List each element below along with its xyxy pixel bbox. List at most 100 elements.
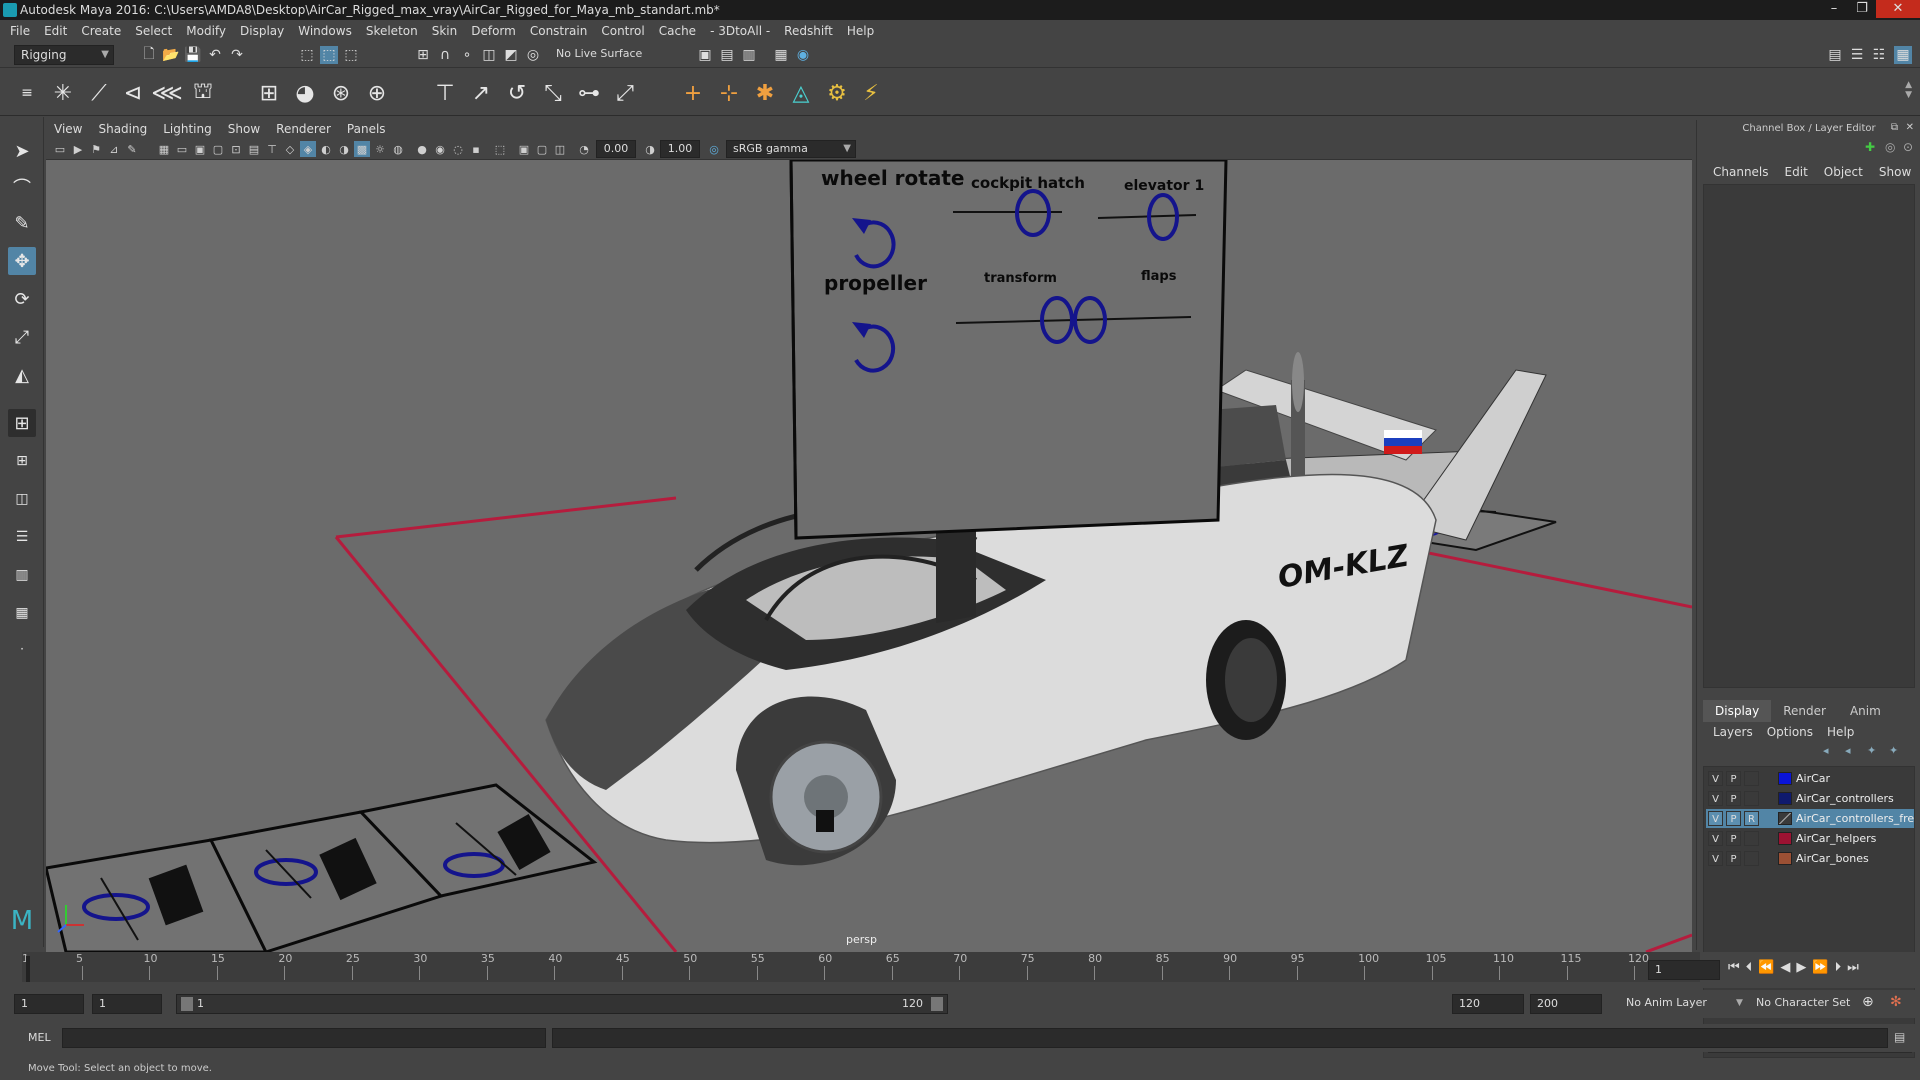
step-back-key-icon[interactable]: ⏪ — [1758, 960, 1774, 975]
aim-constraint-icon[interactable]: ↗ — [466, 78, 496, 108]
menu-create[interactable]: Create — [81, 24, 121, 38]
shadows-icon[interactable]: ◍ — [390, 141, 406, 157]
step-back-icon[interactable]: ⏴ — [1746, 960, 1753, 975]
close-button[interactable]: ✕ — [1876, 0, 1920, 18]
panel-menu-panels[interactable]: Panels — [347, 122, 386, 136]
tab-anim[interactable]: Anim — [1838, 700, 1893, 722]
menu-edit[interactable]: Edit — [44, 24, 67, 38]
layer-display-type-toggle[interactable] — [1744, 851, 1759, 866]
tool-settings-icon[interactable]: ☷ — [1870, 46, 1888, 64]
play-backward-icon[interactable]: ◀ — [1780, 960, 1790, 975]
hypershade-icon[interactable]: ▦ — [772, 46, 790, 64]
menuset-dropdown[interactable]: Rigging ▼ — [14, 45, 114, 65]
layer-row[interactable]: V P AirCar_helpers — [1706, 829, 1914, 848]
render-view-icon[interactable]: ◉ — [794, 46, 812, 64]
lasso-tool-icon[interactable]: ⌒ — [8, 173, 36, 201]
menu-modify[interactable]: Modify — [186, 24, 226, 38]
outliner-layout-icon[interactable]: ☰ — [8, 523, 36, 551]
channel-sync-icon[interactable]: ◎ — [1885, 140, 1895, 154]
wireframe-on-shaded-icon[interactable]: ◑ — [336, 141, 352, 157]
isolate-select-icon[interactable]: ⬚ — [492, 141, 508, 157]
menu-control[interactable]: Control — [601, 24, 644, 38]
menu-display[interactable]: Display — [240, 24, 284, 38]
paint-select-icon[interactable]: ✎ — [8, 209, 36, 237]
resolution-gate-icon[interactable]: ▣ — [192, 141, 208, 157]
locator-icon[interactable]: + — [678, 78, 708, 108]
menu-select[interactable]: Select — [135, 24, 172, 38]
hypershade-layout-icon[interactable]: ▦ — [8, 599, 36, 627]
xray-active-icon[interactable]: ◫ — [552, 141, 568, 157]
move-layer-down-icon[interactable]: ◂ — [1845, 744, 1851, 757]
colorspace-dropdown[interactable]: sRGB gamma ▼ — [726, 140, 856, 158]
smooth-bind-icon[interactable]: ◕ — [290, 78, 320, 108]
ik-handle-icon[interactable]: ⟋ — [84, 78, 114, 108]
select-camera-icon[interactable]: ▭ — [52, 141, 68, 157]
image-plane-icon[interactable]: ⊿ — [106, 141, 122, 157]
layer-color-swatch[interactable] — [1778, 812, 1792, 825]
go-to-start-icon[interactable]: ⏮ — [1728, 960, 1740, 975]
go-to-end-icon[interactable]: ⏭ — [1847, 960, 1859, 975]
panel-menu-lighting[interactable]: Lighting — [163, 122, 212, 136]
layer-row[interactable]: V P AirCar — [1706, 769, 1914, 788]
move-layer-up-icon[interactable]: ◂ — [1823, 744, 1829, 757]
panel-menu-show[interactable]: Show — [228, 122, 260, 136]
orient-constraint-icon[interactable]: ↺ — [502, 78, 532, 108]
point-constraint-icon[interactable]: ⊤ — [430, 78, 460, 108]
film-gate-icon[interactable]: ▭ — [174, 141, 190, 157]
layer-menu-layers[interactable]: Layers — [1713, 725, 1753, 739]
screen-space-ao-icon[interactable]: ● — [414, 141, 430, 157]
layer-playback-toggle[interactable]: P — [1726, 811, 1741, 826]
undo-icon[interactable]: ↶ — [206, 46, 224, 64]
panel-menu-view[interactable]: View — [54, 122, 82, 136]
command-input[interactable] — [62, 1028, 546, 1048]
cluster-icon[interactable]: ⊕ — [362, 78, 392, 108]
panel-menu-renderer[interactable]: Renderer — [276, 122, 331, 136]
live-surface-label[interactable]: No Live Surface — [556, 47, 642, 60]
save-scene-icon[interactable]: 💾 — [184, 46, 202, 64]
tab-display[interactable]: Display — [1703, 700, 1772, 722]
anti-aliasing-icon[interactable]: ◌ — [450, 141, 466, 157]
render-settings-icon[interactable]: ▥ — [740, 46, 758, 64]
humanik-icon[interactable]: ⛫ — [188, 78, 218, 108]
safe-title-icon[interactable]: ⊤ — [264, 141, 280, 157]
select-object-icon[interactable]: ⬚ — [320, 46, 338, 64]
layer-name[interactable]: AirCar — [1796, 769, 1914, 788]
color-management-icon[interactable]: ◎ — [706, 141, 722, 157]
cb-menu-channels[interactable]: Channels — [1713, 165, 1769, 179]
cb-menu-edit[interactable]: Edit — [1785, 165, 1808, 179]
script-editor-icon[interactable]: ▤ — [1894, 1030, 1905, 1044]
snap-point-icon[interactable]: ∘ — [458, 46, 476, 64]
ik-spline-icon[interactable]: ⊲ — [118, 78, 148, 108]
custom-layout-icon[interactable]: · — [8, 635, 36, 663]
layer-menu-options[interactable]: Options — [1767, 725, 1813, 739]
layer-color-swatch[interactable] — [1778, 772, 1792, 785]
exposure-field[interactable]: 0.00 — [596, 140, 636, 158]
attribute-editor-icon[interactable]: ☰ — [1848, 46, 1866, 64]
start-time-field[interactable]: 1 — [14, 994, 84, 1014]
last-tool-icon[interactable]: ◭ — [8, 361, 36, 389]
layer-playback-toggle[interactable]: P — [1726, 831, 1741, 846]
range-start-handle[interactable] — [181, 997, 193, 1011]
gate-mask-icon[interactable]: ▢ — [210, 141, 226, 157]
rig-tool-icon[interactable]: ⚙ — [822, 78, 852, 108]
menu-help[interactable]: Help — [847, 24, 874, 38]
bind-skin-icon[interactable]: ⊞ — [254, 78, 284, 108]
snap-view-icon[interactable]: ◫ — [480, 46, 498, 64]
layer-visibility-toggle[interactable]: V — [1708, 851, 1723, 866]
new-layer-selected-icon[interactable]: ✦ — [1889, 744, 1898, 757]
select-component-icon[interactable]: ⬚ — [342, 46, 360, 64]
scale-constraint-icon[interactable]: ⤡ — [538, 78, 568, 108]
3dtoall-icon[interactable]: ◬ — [786, 78, 816, 108]
layer-row[interactable]: V P AirCar_bones — [1706, 849, 1914, 868]
layer-display-type-toggle[interactable] — [1744, 771, 1759, 786]
channel-settings-icon[interactable]: ⊙ — [1903, 140, 1913, 154]
animation-preferences-icon[interactable]: ✻ — [1890, 994, 1902, 1010]
exposure-icon[interactable]: ◔ — [576, 141, 592, 157]
shelf-menu-icon[interactable]: ≡ — [12, 78, 42, 108]
panel-menu-shading[interactable]: Shading — [98, 122, 147, 136]
front-controller-boards[interactable] — [46, 783, 598, 952]
cb-menu-show[interactable]: Show — [1879, 165, 1911, 179]
float-icon[interactable]: ⧉ — [1891, 122, 1898, 133]
grid-icon[interactable]: ▦ — [156, 141, 172, 157]
snap-live-icon[interactable]: ◎ — [524, 46, 542, 64]
